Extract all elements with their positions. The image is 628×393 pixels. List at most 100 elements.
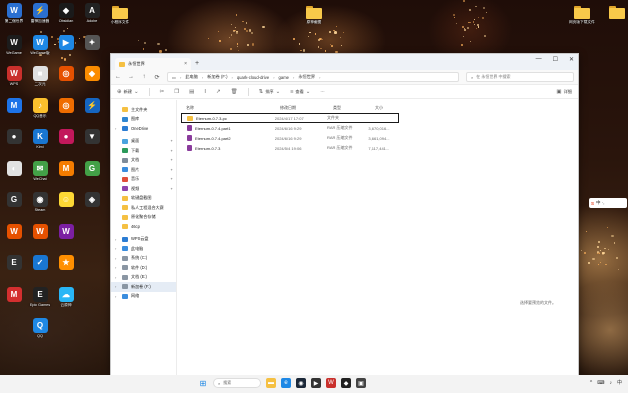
wps-icon[interactable]: W <box>326 378 336 388</box>
desktop-icon[interactable]: G <box>79 160 105 177</box>
cut-icon[interactable]: ✂ <box>160 89 165 95</box>
chevron-right-icon[interactable]: › <box>115 294 116 299</box>
desktop-icon[interactable]: ▶ <box>53 34 79 51</box>
file-row[interactable]: Eternum-0.7.3 2024/5/4 19:06 RAR 压缩文件 7,117… <box>181 143 399 153</box>
desktop-icon[interactable]: ⚡ <box>79 97 105 114</box>
chevron-right-icon[interactable]: › <box>293 75 294 80</box>
file-explorer-icon[interactable]: ▬ <box>266 378 276 388</box>
desktop-icon[interactable]: ◎ <box>53 66 79 82</box>
desktop-icon[interactable]: ◎ <box>53 97 79 114</box>
sidebar-item[interactable]: › 新加卷 (F:) <box>111 282 176 292</box>
chevron-right-icon[interactable]: › <box>319 75 320 80</box>
close-window-icon[interactable]: ✕ <box>569 56 574 63</box>
breadcrumb-item[interactable]: game <box>279 75 289 80</box>
desktop-icon[interactable]: E <box>1 255 27 271</box>
chevron-right-icon[interactable]: › <box>115 275 116 280</box>
breadcrumb-item[interactable]: quark-cloud-drive <box>237 75 269 80</box>
more-options-button[interactable]: ··· <box>320 89 324 94</box>
copy-icon[interactable]: ❐ <box>174 89 179 95</box>
tray-icon[interactable]: ♪ <box>609 380 612 386</box>
sidebar-item[interactable]: 主文件夹 <box>111 105 176 115</box>
file-row[interactable]: Eternum-0.7.4.part1 2024/6/16 9:29 RAR 压缩文… <box>181 123 399 133</box>
sidebar-item[interactable]: 私人工程混合大赛 <box>111 203 176 213</box>
sidebar-item[interactable]: › OneDrive <box>111 124 176 134</box>
desktop-icon[interactable]: K Kimi <box>27 129 53 149</box>
desktop-icon[interactable]: ✦ <box>79 34 105 51</box>
delete-icon[interactable]: 🗑 <box>231 89 238 95</box>
desktop-folder[interactable]: 原神截图 <box>301 5 327 24</box>
sidebar-item[interactable]: › 文档 (E:) <box>111 273 176 283</box>
desktop-icon[interactable]: W <box>27 223 53 240</box>
tray-icon[interactable]: ⌨ <box>597 380 604 386</box>
desktop-icon[interactable]: ▼ <box>79 129 105 145</box>
sidebar-item[interactable]: 音乐 ✦ <box>111 175 176 185</box>
desktop-icon[interactable]: ☁ 云原神 <box>53 286 79 307</box>
sidebar-item[interactable]: › 系统 (C:) <box>111 254 176 264</box>
desktop-icon[interactable]: ◉ Steam <box>27 192 53 212</box>
edge-icon[interactable]: e <box>281 378 291 388</box>
ime-toolbar[interactable]: S 中 ·, <box>589 198 627 208</box>
desktop-icon[interactable]: W WPS <box>1 66 27 86</box>
windows-start-icon[interactable]: ⊞ <box>198 378 208 388</box>
desktop-icon[interactable]: M <box>53 160 79 177</box>
sidebar-item[interactable]: › 此电脑 <box>111 244 176 254</box>
share-icon[interactable]: ↗ <box>216 89 221 95</box>
paste-icon[interactable]: ▤ <box>189 89 194 95</box>
sidebar-item[interactable]: › WPS云盘 <box>111 235 176 245</box>
desktop-icon[interactable]: M <box>1 97 27 114</box>
steam-icon[interactable]: ◉ <box>296 378 306 388</box>
address-bar[interactable]: ▭ › 此电脑 › 新加卷 (F:) › quark-cloud-drive › game ›… <box>167 72 459 82</box>
desktop-icon[interactable]: ◐ <box>1 160 27 177</box>
desktop-icon[interactable]: W WeGame版 <box>27 34 53 55</box>
view-button[interactable]: ≡ 查看 ⌄ <box>290 89 310 95</box>
desktop-icon[interactable]: Q QQ <box>27 318 53 338</box>
desktop-icon[interactable]: ◆ Obsidian <box>53 3 79 23</box>
desktop-icon[interactable]: G <box>1 192 27 208</box>
sidebar-item[interactable]: 图库 <box>111 115 176 125</box>
search-input[interactable]: ⌕ 在 永恒世界 中搜索 <box>466 72 574 82</box>
chevron-right-icon[interactable]: › <box>231 75 232 80</box>
breadcrumb-item[interactable]: 新加卷 (F:) <box>207 74 227 80</box>
taskbar-search[interactable]: ⌕ 搜索 <box>213 378 261 388</box>
column-date[interactable]: 修改日期 <box>280 105 333 111</box>
desktop-icon[interactable]: W <box>53 223 79 240</box>
breadcrumb-item[interactable]: 此电脑 <box>185 74 198 80</box>
chevron-right-icon[interactable]: › <box>115 256 116 261</box>
chevron-right-icon[interactable]: › <box>115 265 116 270</box>
desktop-icon[interactable]: ♪ QQ音乐 <box>27 97 53 118</box>
chevron-right-icon[interactable]: › <box>115 246 116 251</box>
chevron-right-icon[interactable]: › <box>115 126 116 131</box>
sidebar-item[interactable]: 视频 ✦ <box>111 184 176 194</box>
column-type[interactable]: 类型 <box>333 105 375 111</box>
refresh-icon[interactable]: ⟳ <box>154 74 160 81</box>
desktop-icon[interactable]: ◈ <box>79 192 105 208</box>
desktop-icon[interactable]: ⚡ 雷神加速器 <box>27 3 53 23</box>
sidebar-item[interactable]: › 软件 (D:) <box>111 263 176 273</box>
desktop-icon[interactable]: ★ <box>53 255 79 271</box>
file-row[interactable]: Eternum-0.7.3-pc 2024/4/17 17:07 文件夹 <box>181 113 399 123</box>
desktop-folder[interactable]: 小程序文件 <box>107 5 133 24</box>
rename-icon[interactable]: Ⅰ <box>204 89 206 95</box>
chevron-right-icon[interactable]: › <box>202 75 203 80</box>
sidebar-item[interactable]: 软键盘截图 <box>111 194 176 204</box>
breadcrumb-item[interactable]: 永恒世界 <box>298 74 315 80</box>
desktop-folder[interactable] <box>604 5 628 20</box>
desktop-icon[interactable]: ■ 二次元 <box>27 66 53 86</box>
sidebar-item[interactable]: 下载 ✦ <box>111 146 176 156</box>
back-icon[interactable]: ← <box>115 74 121 80</box>
new-tab-button[interactable]: + <box>195 60 199 67</box>
app3-icon[interactable]: ▣ <box>356 378 366 388</box>
tray-icon[interactable]: ^ <box>590 380 592 386</box>
desktop-folder[interactable]: 网页版下载文件夹 <box>569 5 595 24</box>
desktop-icon[interactable]: ● <box>53 129 79 145</box>
desktop-icon[interactable]: ✉ WeChat <box>27 160 53 181</box>
desktop-icon[interactable]: W <box>1 223 27 240</box>
close-tab-icon[interactable]: × <box>184 61 187 67</box>
sidebar-item[interactable]: 46cp <box>111 222 176 232</box>
desktop-icon[interactable]: M <box>1 286 27 303</box>
desktop-icon[interactable]: ☺ <box>53 192 79 208</box>
sidebar-item[interactable]: 原化聚合存储 <box>111 213 176 223</box>
app2-icon[interactable]: ◆ <box>341 378 351 388</box>
desktop-icon[interactable]: E Epic Games <box>27 286 53 307</box>
tab-current-folder[interactable]: 永恒世界 × <box>115 58 191 70</box>
